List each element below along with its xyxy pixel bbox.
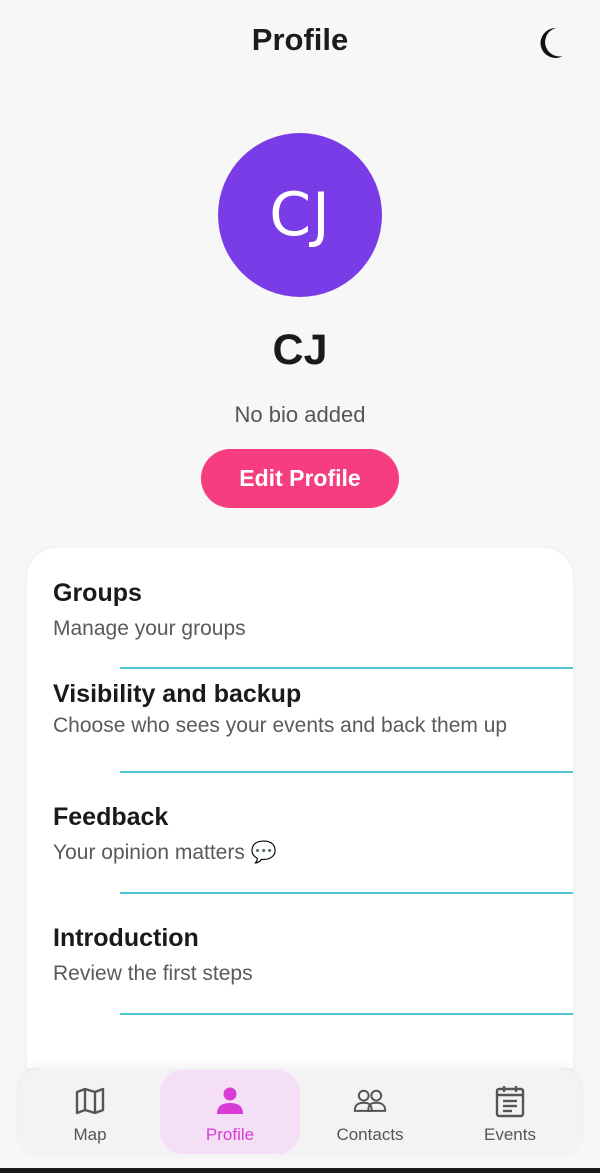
profile-bio: No bio added — [234, 402, 366, 427]
settings-menu: Groups Manage your groups Visibility and… — [27, 548, 573, 1068]
menu-item-feedback[interactable]: Feedback Your opinion matters 💬 — [27, 773, 573, 894]
menu-item-subtitle: Choose who sees your events and back the… — [53, 714, 508, 737]
nav-item-contacts[interactable]: Contacts — [300, 1070, 440, 1154]
nav-item-map[interactable]: Map — [20, 1070, 160, 1154]
nav-item-profile[interactable]: Profile — [160, 1070, 300, 1154]
calendar-icon — [493, 1084, 527, 1118]
menu-item-subtitle: Review the first steps — [53, 962, 253, 985]
menu-item-subtitle: Manage your groups — [53, 617, 246, 640]
menu-item-title: Groups — [53, 579, 142, 607]
menu-item-visibility-backup[interactable]: Visibility and backup Choose who sees yo… — [27, 669, 573, 773]
bottom-navigation: Map Profile Contacts Events — [20, 1068, 580, 1155]
edit-profile-button[interactable]: Edit Profile — [201, 449, 399, 508]
person-icon — [213, 1084, 247, 1118]
divider — [120, 1013, 573, 1015]
map-icon — [73, 1084, 107, 1118]
menu-item-title: Introduction — [53, 924, 199, 952]
nav-label: Map — [73, 1125, 107, 1144]
avatar[interactable]: CJ — [218, 133, 382, 297]
menu-item-subtitle: Your opinion matters 💬 — [53, 841, 277, 864]
menu-item-title: Feedback — [53, 803, 169, 831]
menu-item-groups[interactable]: Groups Manage your groups — [27, 548, 573, 669]
theme-toggle-button[interactable] — [528, 22, 570, 64]
profile-name: CJ — [272, 326, 328, 374]
page-title: Profile — [251, 22, 349, 57]
nav-label: Contacts — [336, 1125, 404, 1144]
system-bottom-bar — [0, 1168, 600, 1173]
nav-label: Events — [484, 1125, 536, 1144]
moon-icon — [540, 27, 563, 58]
profile-screen: Profile CJ CJ No bio added Edit Profile … — [0, 0, 600, 1173]
header: Profile — [0, 0, 600, 84]
menu-item-title: Visibility and backup — [53, 680, 302, 708]
menu-item-introduction[interactable]: Introduction Review the first steps — [27, 894, 573, 1015]
nav-label: Profile — [205, 1125, 255, 1144]
nav-item-events[interactable]: Events — [440, 1070, 580, 1154]
contacts-icon — [353, 1084, 387, 1118]
